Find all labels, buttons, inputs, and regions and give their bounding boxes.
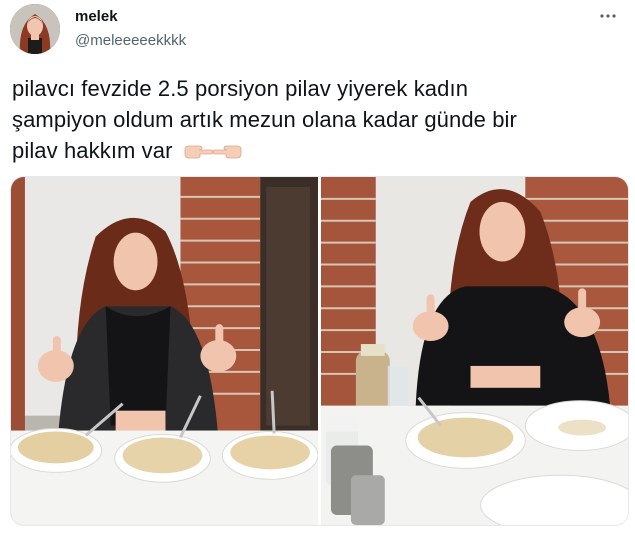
tweet-text-line-3-text: pilav hakkım var xyxy=(12,138,173,163)
user-info: melek @meleeeeekkkk xyxy=(75,8,186,51)
photo-left[interactable] xyxy=(11,177,318,525)
backhand-index-pointing-right-icon xyxy=(184,145,213,159)
tweet-text-line-2: şampiyon oldum artık mezun olana kadar g… xyxy=(12,107,517,132)
tweet-text: pilavcı fevzide 2.5 porsiyon pilav yiyer… xyxy=(12,73,612,166)
more-options-button[interactable] xyxy=(597,6,619,26)
tweet[interactable]: melek @meleeeeekkkk pilavcı fevzide 2.5 … xyxy=(0,0,635,536)
avatar[interactable] xyxy=(10,4,60,54)
photo-left-image xyxy=(11,177,318,525)
photo-right[interactable] xyxy=(321,177,628,525)
tweet-text-line-3: pilav hakkım var xyxy=(12,135,612,166)
tweet-media[interactable] xyxy=(10,176,629,526)
pointing-hands-emoji xyxy=(183,143,243,161)
backhand-index-pointing-left-icon xyxy=(212,145,242,159)
user-handle[interactable]: @meleeeeekkkk xyxy=(75,31,186,51)
more-horizontal-icon xyxy=(600,14,616,18)
display-name[interactable]: melek xyxy=(75,8,186,26)
tweet-text-line-1: pilavcı fevzide 2.5 porsiyon pilav yiyer… xyxy=(12,76,469,101)
avatar-photo xyxy=(10,4,60,54)
photo-right-image xyxy=(321,177,628,525)
